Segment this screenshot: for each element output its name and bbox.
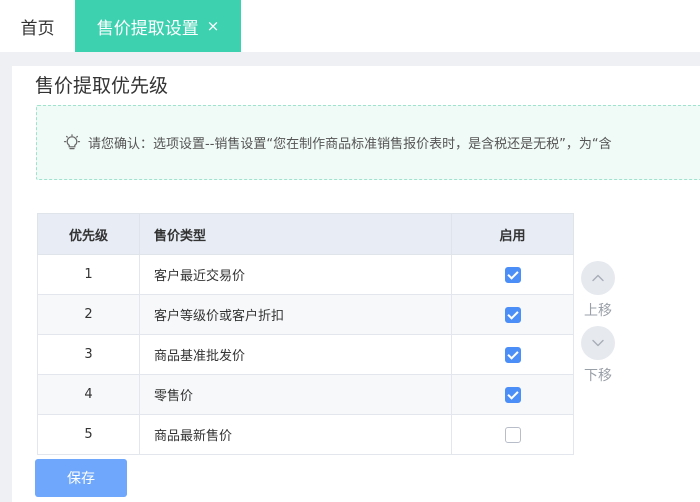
row-price-type: 商品基准批发价 <box>139 334 452 375</box>
row-price-type: 商品最新售价 <box>139 414 452 455</box>
row-price-type: 零售价 <box>139 374 452 415</box>
lightbulb-icon <box>64 133 80 149</box>
main-panel: 售价提取优先级 请您确认：选项设置--销售设置“您在制作商品标准销售报价表时，是… <box>12 66 700 502</box>
chevron-down-icon <box>581 326 615 360</box>
table-row[interactable]: 3 商品基准批发价 <box>37 334 574 375</box>
row-priority: 3 <box>37 334 140 375</box>
section-title: 售价提取优先级 <box>35 75 169 97</box>
tab-price-extraction-settings[interactable]: 售价提取设置 × <box>75 0 241 52</box>
row-priority: 2 <box>37 294 140 335</box>
save-button[interactable]: 保存 <box>35 459 127 497</box>
chevron-up-icon <box>581 261 615 295</box>
move-down-label: 下移 <box>584 368 612 384</box>
row-price-type: 客户最近交易价 <box>139 254 452 295</box>
row-priority: 4 <box>37 374 140 415</box>
move-up-button[interactable]: 上移 <box>581 261 615 320</box>
header-priority: 优先级 <box>37 213 140 255</box>
table-row[interactable]: 5 商品最新售价 <box>37 414 574 455</box>
row-priority: 5 <box>37 414 140 455</box>
close-icon[interactable]: × <box>207 18 220 34</box>
header-price-type: 售价类型 <box>139 213 452 255</box>
tab-home-label: 首页 <box>20 18 55 39</box>
enabled-checkbox[interactable] <box>504 306 521 323</box>
enabled-checkbox[interactable] <box>504 346 521 363</box>
row-price-type: 客户等级价或客户折扣 <box>139 294 452 335</box>
move-down-button[interactable]: 下移 <box>581 326 615 385</box>
enabled-checkbox[interactable] <box>504 426 521 443</box>
row-priority: 1 <box>37 254 140 295</box>
move-up-label: 上移 <box>584 303 612 319</box>
table-row[interactable]: 2 客户等级价或客户折扣 <box>37 294 574 335</box>
header-enabled: 启用 <box>451 213 574 255</box>
notice-text: 请您确认：选项设置--销售设置“您在制作商品标准销售报价表时，是含税还是无税”，… <box>88 137 612 152</box>
price-priority-table: 优先级 售价类型 启用 1 客户最近交易价 2 客户等级价或客户折扣 3 商品基… <box>37 213 574 455</box>
table-row[interactable]: 4 零售价 <box>37 374 574 415</box>
table-header-row: 优先级 售价类型 启用 <box>37 213 574 255</box>
tab-active-label: 售价提取设置 <box>96 18 199 39</box>
tab-home[interactable]: 首页 <box>0 0 75 52</box>
table-row[interactable]: 1 客户最近交易价 <box>37 254 574 295</box>
notice-box: 请您确认：选项设置--销售设置“您在制作商品标准销售报价表时，是含税还是无税”，… <box>36 105 700 180</box>
enabled-checkbox[interactable] <box>504 266 521 283</box>
enabled-checkbox[interactable] <box>504 386 521 403</box>
tab-bar: 首页 售价提取设置 × <box>0 0 700 52</box>
